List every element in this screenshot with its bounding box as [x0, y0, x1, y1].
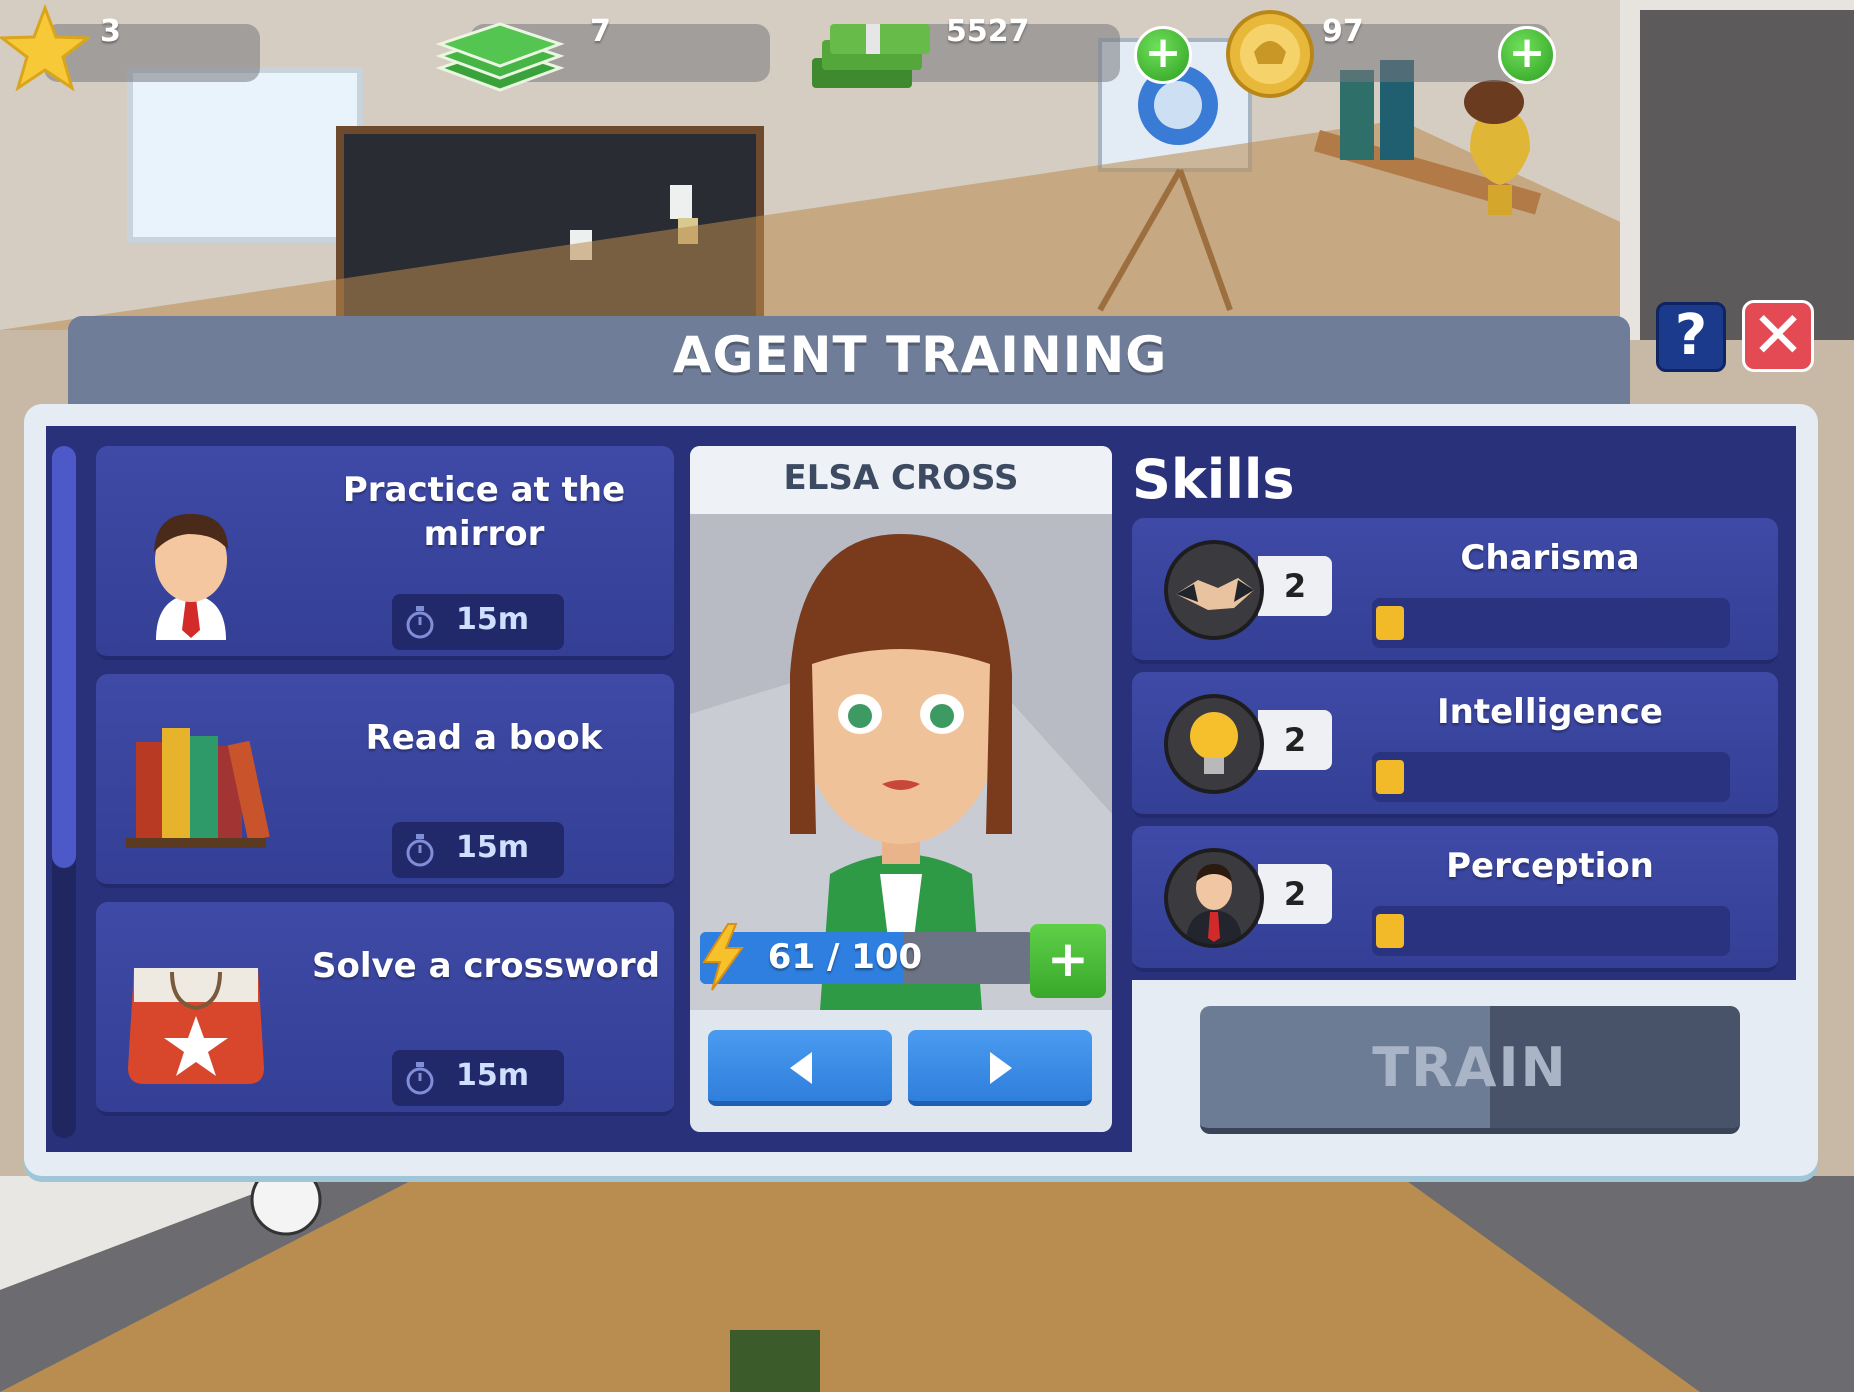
skill-level: 2	[1258, 556, 1332, 616]
stars-value: 3	[100, 14, 121, 49]
add-energy-button[interactable]: +	[1030, 924, 1106, 998]
gold-coin-icon	[1226, 10, 1314, 98]
task-time-label: 15m	[456, 1058, 530, 1093]
task-item-crossword[interactable]: Solve a crossword 15m	[96, 902, 674, 1116]
previous-agent-button[interactable]	[708, 1030, 892, 1106]
help-button[interactable]: ?	[1656, 302, 1726, 372]
skill-level: 2	[1258, 864, 1332, 924]
skill-name: Charisma	[1460, 538, 1640, 578]
task-time-label: 15m	[456, 602, 530, 637]
task-duration: 15m	[392, 822, 564, 878]
skill-name: Perception	[1446, 846, 1654, 886]
next-agent-button[interactable]	[908, 1030, 1092, 1106]
cards-icon	[435, 22, 565, 92]
cash-value: 5527	[946, 14, 1030, 49]
dialog-title: AGENT TRAINING	[672, 326, 1168, 384]
task-label: Read a book	[365, 718, 603, 758]
skills-title: Skills	[1132, 448, 1295, 511]
handshake-icon	[1164, 540, 1264, 640]
cards-value: 7	[590, 14, 611, 49]
close-button[interactable]: ✕	[1742, 300, 1814, 372]
cash-stack-icon	[812, 24, 930, 88]
gift-bag-icon	[128, 968, 264, 1084]
task-label: Solve a crossword	[312, 946, 660, 986]
add-coins-button[interactable]: +	[1498, 26, 1556, 84]
skill-level: 2	[1258, 710, 1332, 770]
lightbulb-icon	[1164, 694, 1264, 794]
energy-value: 61 / 100	[767, 937, 923, 977]
timer-icon	[406, 834, 434, 867]
train-button-label[interactable]: TRAIN	[1200, 1036, 1740, 1099]
agent-icon	[1164, 848, 1264, 948]
task-time-label: 15m	[456, 830, 530, 865]
agent-name: ELSA CROSS	[783, 458, 1019, 498]
person-icon	[154, 513, 228, 640]
task-duration: 15m	[392, 594, 564, 650]
books-icon	[126, 728, 270, 848]
task-label: Practice at the mirror	[342, 470, 626, 554]
skill-progress-track	[1372, 906, 1730, 956]
skill-progress-track	[1372, 752, 1730, 802]
skill-name: Intelligence	[1437, 692, 1663, 732]
timer-icon	[406, 606, 434, 639]
task-item-practice-mirror[interactable]: Practice at the mirror 15m	[96, 446, 674, 660]
task-item-read-book[interactable]: Read a book 15m	[96, 674, 674, 888]
arrow-left-icon	[790, 1052, 812, 1084]
skill-progress-fill	[1376, 914, 1404, 948]
add-cash-button[interactable]: +	[1134, 26, 1192, 84]
arrow-right-icon	[990, 1052, 1012, 1084]
skill-progress-fill	[1376, 760, 1404, 794]
skill-progress-fill	[1376, 606, 1404, 640]
task-duration: 15m	[392, 1050, 564, 1106]
star-icon	[0, 4, 90, 92]
timer-icon	[406, 1062, 434, 1095]
skill-progress-track	[1372, 598, 1730, 648]
scrollbar-thumb[interactable]	[52, 446, 76, 868]
coins-value: 97	[1322, 14, 1364, 49]
